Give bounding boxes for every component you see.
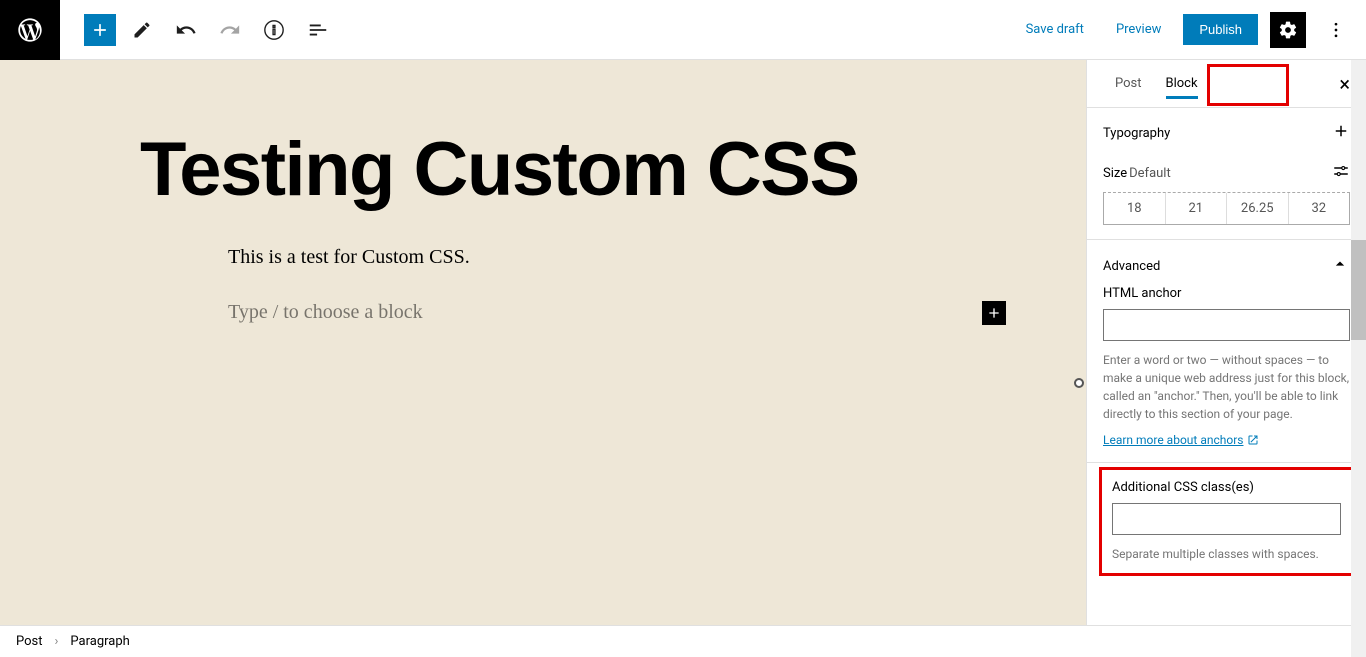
html-anchor-help: Enter a word or two — without spaces — t… — [1103, 351, 1350, 423]
html-anchor-label: HTML anchor — [1103, 286, 1350, 301]
advanced-title: Advanced — [1103, 259, 1160, 274]
typography-title: Typography — [1103, 126, 1170, 141]
advanced-panel: Advanced HTML anchor Enter a word or two… — [1087, 240, 1366, 463]
annotation-highlight-css: Additional CSS class(es) Separate multip… — [1099, 467, 1354, 576]
breadcrumb: Post › Paragraph — [0, 625, 1366, 657]
css-classes-input[interactable] — [1112, 503, 1341, 535]
empty-block-placeholder[interactable]: Type / to choose a block — [228, 301, 946, 325]
html-anchor-input[interactable] — [1103, 309, 1350, 341]
info-button[interactable] — [256, 12, 292, 48]
inline-add-block-button[interactable] — [982, 301, 1006, 325]
toolbar-left-group — [60, 12, 336, 48]
editor-main: Testing Custom CSS This is a test for Cu… — [0, 60, 1366, 625]
editor-toolbar: Save draft Preview Publish — [0, 0, 1366, 60]
size-preset-2[interactable]: 26.25 — [1227, 193, 1289, 224]
paragraph-block[interactable]: This is a test for Custom CSS. — [228, 246, 946, 269]
wordpress-logo[interactable] — [0, 0, 60, 60]
undo-button[interactable] — [168, 12, 204, 48]
resize-handle-icon[interactable] — [1074, 378, 1084, 388]
scrollbar-track[interactable] — [1351, 60, 1366, 657]
chevron-up-icon[interactable] — [1330, 254, 1350, 278]
css-classes-help: Separate multiple classes with spaces. — [1112, 545, 1341, 563]
redo-button[interactable] — [212, 12, 248, 48]
size-preset-1[interactable]: 21 — [1166, 193, 1228, 224]
size-value: Default — [1129, 166, 1171, 181]
css-classes-label: Additional CSS class(es) — [1112, 480, 1341, 495]
anchor-link-text: Learn more about anchors — [1103, 433, 1243, 447]
size-label: Size — [1103, 166, 1127, 181]
learn-more-anchors-link[interactable]: Learn more about anchors — [1103, 433, 1259, 447]
size-preset-3[interactable]: 32 — [1289, 193, 1350, 224]
close-sidebar-button[interactable]: × — [1339, 72, 1350, 96]
sidebar-tabs: Post Block × — [1087, 60, 1366, 108]
toolbar-right-group: Save draft Preview Publish — [1016, 12, 1366, 48]
outline-button[interactable] — [300, 12, 336, 48]
settings-sidebar: Post Block × Typography Size Default 18 — [1086, 60, 1366, 625]
editor-canvas[interactable]: Testing Custom CSS This is a test for Cu… — [0, 60, 1086, 625]
breadcrumb-separator: › — [55, 634, 59, 649]
more-options-button[interactable] — [1318, 12, 1354, 48]
breadcrumb-paragraph[interactable]: Paragraph — [70, 634, 129, 649]
typography-panel: Typography Size Default 18 21 26.25 32 — [1087, 108, 1366, 240]
size-custom-icon[interactable] — [1332, 162, 1350, 184]
tab-block[interactable]: Block — [1154, 62, 1210, 105]
breadcrumb-post[interactable]: Post — [16, 634, 43, 649]
annotation-highlight — [1207, 64, 1289, 106]
tab-post[interactable]: Post — [1103, 62, 1154, 105]
add-block-button[interactable] — [84, 14, 116, 46]
edit-mode-button[interactable] — [124, 12, 160, 48]
save-draft-button[interactable]: Save draft — [1016, 16, 1094, 43]
size-presets: 18 21 26.25 32 — [1103, 192, 1350, 225]
placeholder-text: Type / to choose a block — [228, 301, 423, 324]
preview-button[interactable]: Preview — [1106, 16, 1171, 43]
canvas-wrap: Testing Custom CSS This is a test for Cu… — [0, 60, 1086, 625]
settings-button[interactable] — [1270, 12, 1306, 48]
post-title[interactable]: Testing Custom CSS — [140, 130, 946, 210]
scrollbar-thumb[interactable] — [1351, 240, 1366, 340]
add-typography-option-icon[interactable] — [1332, 122, 1350, 144]
publish-button[interactable]: Publish — [1183, 14, 1258, 45]
size-preset-0[interactable]: 18 — [1104, 193, 1166, 224]
